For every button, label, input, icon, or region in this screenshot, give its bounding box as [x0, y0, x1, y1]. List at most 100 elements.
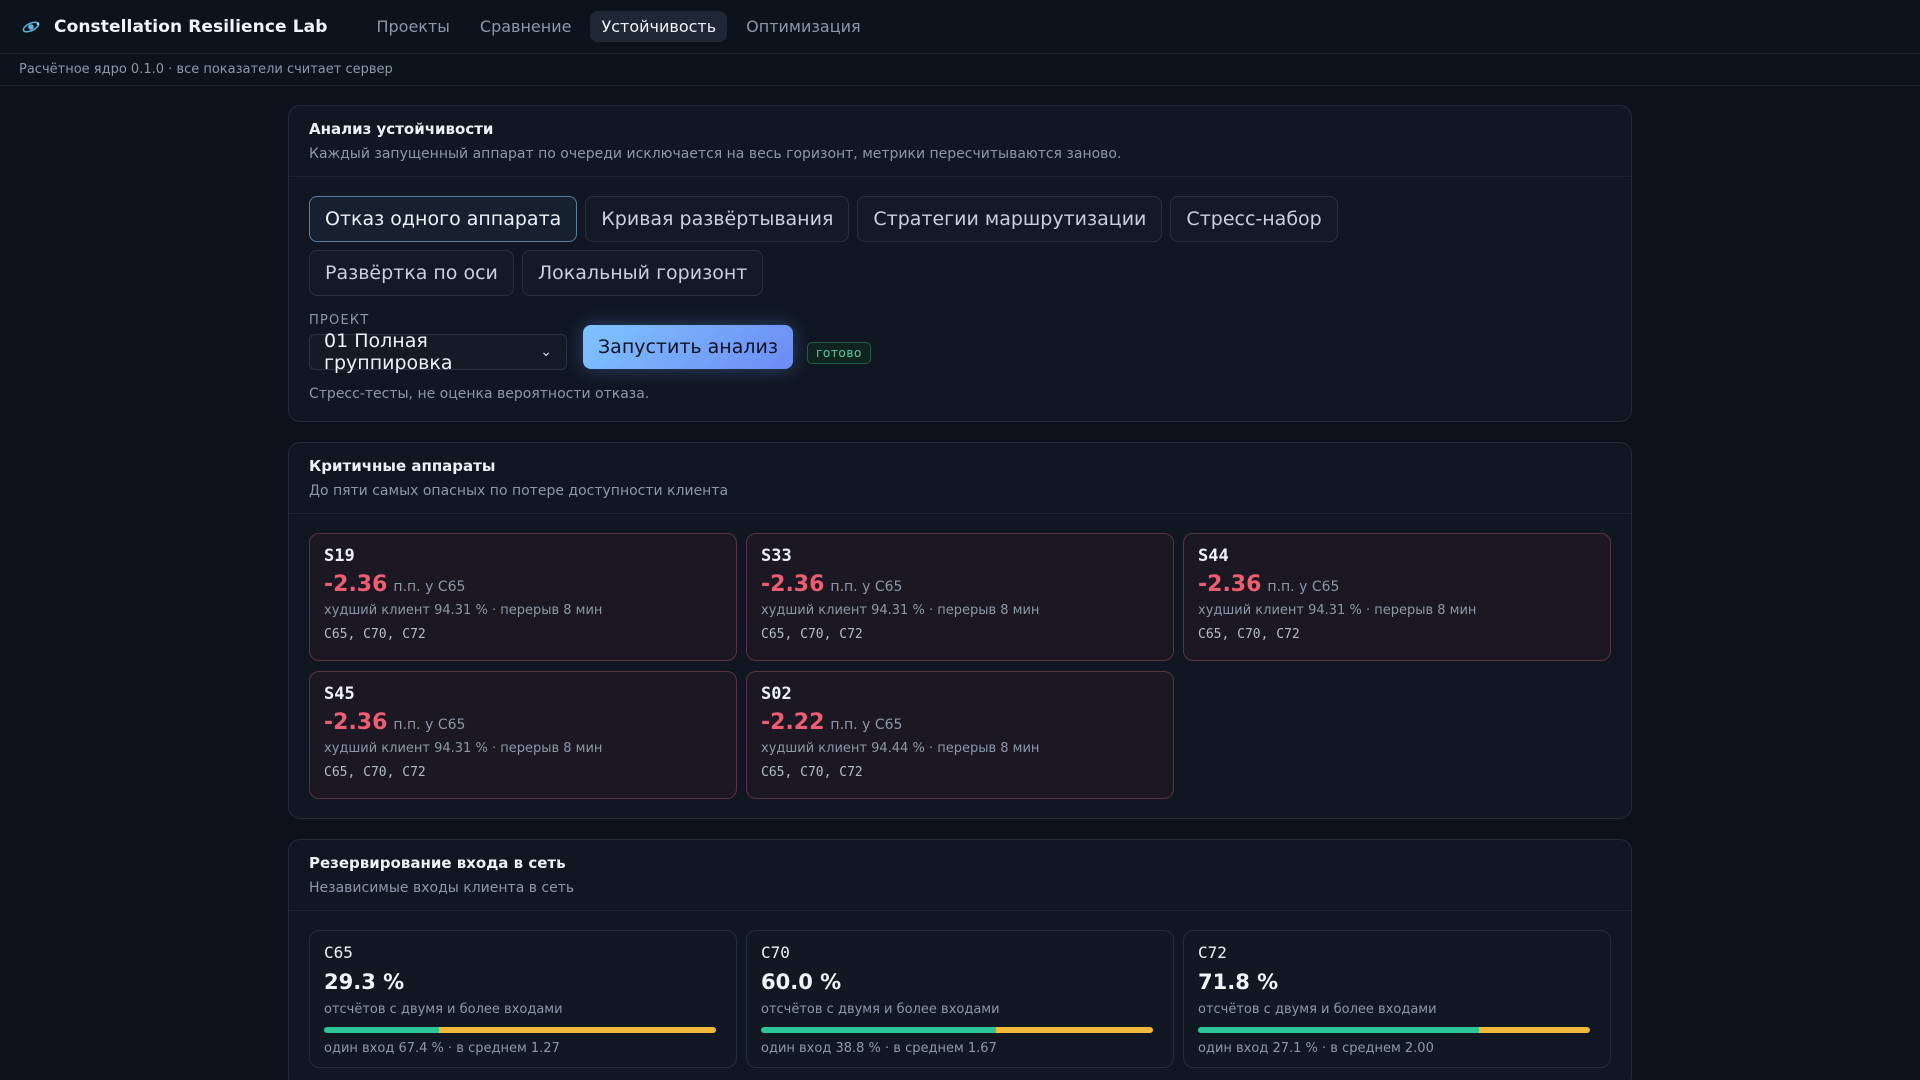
worst-client-detail: худший клиент 94.31 % · перерыв 8 мин: [1198, 603, 1477, 618]
main-content: Анализ устойчивости Каждый запущенный ап…: [288, 105, 1632, 1080]
critical-satellite-card[interactable]: S33 -2.36 п.п. у C65 худший клиент 94.31…: [746, 533, 1174, 661]
project-select-value: 01 Полная группировка: [324, 330, 453, 374]
main-nav: Проекты Сравнение Устойчивость Оптимизац…: [365, 11, 871, 42]
redundancy-percent: 71.8 %: [1198, 970, 1279, 994]
single-entry-fill: [996, 1027, 1153, 1033]
availability-delta: -2.22 п.п. у C65: [761, 710, 1159, 735]
availability-delta: -2.36 п.п. у C65: [761, 572, 1159, 597]
analysis-subtitle: Каждый запущенный аппарат по очереди иск…: [309, 146, 1122, 162]
mode-stress-set[interactable]: Стресс-набор: [1170, 196, 1338, 242]
worst-client-detail: худший клиент 94.31 % · перерыв 8 мин: [324, 741, 603, 756]
analysis-note: Стресс-тесты, не оценка вероятности отка…: [309, 386, 650, 402]
redundancy-percent: 29.3 %: [324, 970, 405, 994]
satellite-id: S19: [324, 546, 355, 566]
mode-routing-strategies[interactable]: Стратегии маршрутизации: [857, 196, 1163, 242]
delta-value: -2.36: [324, 710, 388, 735]
client-redundancy-card[interactable]: C70 60.0 % отсчётов с двумя и более вход…: [746, 930, 1174, 1068]
worst-client-detail: худший клиент 94.31 % · перерыв 8 мин: [324, 603, 603, 618]
analysis-controls: 01 Полная группировка ⌄ Запустить анализ…: [309, 325, 1611, 374]
delta-unit: п.п. у C65: [1267, 579, 1340, 595]
status-badge: готово: [806, 342, 871, 364]
run-analysis-button[interactable]: Запустить анализ: [583, 325, 793, 369]
delta-value: -2.22: [761, 710, 825, 735]
redundancy-bar: [761, 1027, 1153, 1033]
delta-value: -2.36: [1198, 572, 1262, 597]
chevron-down-icon: ⌄: [540, 344, 552, 360]
critical-satellite-card[interactable]: S19 -2.36 п.п. у C65 худший клиент 94.31…: [309, 533, 737, 661]
worst-client-detail: худший клиент 94.31 % · перерыв 8 мин: [761, 603, 1040, 618]
redundancy-percent: 60.0 %: [761, 970, 842, 994]
multi-entry-fill: [761, 1027, 997, 1033]
critical-satellite-card[interactable]: S02 -2.22 п.п. у C65 худший клиент 94.44…: [746, 671, 1174, 799]
critical-title: Критичные аппараты: [309, 457, 496, 475]
mode-single-failure[interactable]: Отказ одного аппарата: [309, 196, 578, 242]
critical-satellite-card[interactable]: S45 -2.36 п.п. у C65 худший клиент 94.31…: [309, 671, 737, 799]
availability-delta: -2.36 п.п. у C65: [1198, 572, 1596, 597]
delta-unit: п.п. у C65: [393, 579, 466, 595]
redundancy-description: отсчётов с двумя и более входами: [324, 1002, 563, 1017]
delta-unit: п.п. у C65: [830, 717, 903, 733]
mode-deployment-curve[interactable]: Кривая развёртывания: [585, 196, 850, 242]
delta-unit: п.п. у C65: [393, 717, 466, 733]
critical-header: Критичные аппараты До пяти самых опасных…: [289, 443, 1631, 514]
single-entry-fill: [1479, 1027, 1590, 1033]
nav-compare[interactable]: Сравнение: [469, 11, 583, 42]
analysis-header: Анализ устойчивости Каждый запущенный ап…: [289, 106, 1631, 177]
redundancy-bar: [1198, 1027, 1590, 1033]
nav-projects[interactable]: Проекты: [365, 11, 460, 42]
delta-value: -2.36: [324, 572, 388, 597]
satellite-id: S02: [761, 684, 792, 704]
redundancy-card: Резервирование входа в сеть Независимые …: [288, 839, 1632, 1080]
project-select[interactable]: 01 Полная группировка ⌄: [309, 330, 567, 374]
critical-subtitle: До пяти самых опасных по потере доступно…: [309, 483, 729, 499]
engine-version-bar: Расчётное ядро 0.1.0 · все показатели сч…: [0, 54, 1920, 86]
availability-delta: -2.36 п.п. у C65: [324, 572, 722, 597]
analysis-body: Отказ одного аппарата Кривая развёртыван…: [289, 177, 1631, 421]
satellite-icon: [22, 20, 40, 33]
redundancy-footer: один вход 67.4 % · в среднем 1.27: [324, 1041, 560, 1056]
project-label: ПРОЕКТ: [309, 313, 370, 328]
top-bar: Constellation Resilience Lab Проекты Сра…: [0, 0, 1920, 54]
delta-value: -2.36: [761, 572, 825, 597]
affected-clients: C65, C70, C72: [761, 627, 863, 642]
satellite-id: S33: [761, 546, 792, 566]
redundancy-title: Резервирование входа в сеть: [309, 854, 566, 872]
client-redundancy-card[interactable]: C72 71.8 % отсчётов с двумя и более вход…: [1183, 930, 1611, 1068]
affected-clients: C65, C70, C72: [324, 627, 426, 642]
client-id: C72: [1198, 943, 1227, 962]
app-title: Constellation Resilience Lab: [54, 16, 328, 37]
worst-client-detail: худший клиент 94.44 % · перерыв 8 мин: [761, 741, 1040, 756]
single-entry-fill: [438, 1027, 716, 1033]
satellite-id: S45: [324, 684, 355, 704]
redundancy-bar: [324, 1027, 716, 1033]
redundancy-footer: один вход 38.8 % · в среднем 1.67: [761, 1041, 997, 1056]
analysis-card: Анализ устойчивости Каждый запущенный ап…: [288, 105, 1632, 422]
affected-clients: C65, C70, C72: [761, 765, 863, 780]
redundancy-description: отсчётов с двумя и более входами: [1198, 1002, 1437, 1017]
delta-unit: п.п. у C65: [830, 579, 903, 595]
affected-clients: C65, C70, C72: [1198, 627, 1300, 642]
analysis-title: Анализ устойчивости: [309, 120, 494, 138]
availability-delta: -2.36 п.п. у C65: [324, 710, 722, 735]
critical-grid: S19 -2.36 п.п. у C65 худший клиент 94.31…: [289, 514, 1631, 818]
client-id: C65: [324, 943, 353, 962]
redundancy-footer: один вход 27.1 % · в среднем 2.00: [1198, 1041, 1434, 1056]
critical-card: Критичные аппараты До пяти самых опасных…: [288, 442, 1632, 819]
critical-satellite-card[interactable]: S44 -2.36 п.п. у C65 худший клиент 94.31…: [1183, 533, 1611, 661]
redundancy-description: отсчётов с двумя и более входами: [761, 1002, 1000, 1017]
redundancy-header: Резервирование входа в сеть Независимые …: [289, 840, 1631, 911]
client-redundancy-card[interactable]: C65 29.3 % отсчётов с двумя и более вход…: [309, 930, 737, 1068]
app-logo[interactable]: Constellation Resilience Lab: [20, 16, 327, 38]
redundancy-subtitle: Независимые входы клиента в сеть: [309, 880, 575, 896]
nav-optimization[interactable]: Оптимизация: [735, 11, 871, 42]
client-id: C70: [761, 943, 790, 962]
analysis-mode-tabs: Отказ одного аппарата Кривая развёртыван…: [309, 196, 1509, 296]
satellite-id: S44: [1198, 546, 1229, 566]
mode-local-horizon[interactable]: Локальный горизонт: [521, 250, 764, 296]
mode-axis-sweep[interactable]: Развёртка по оси: [309, 250, 514, 296]
redundancy-grid: C65 29.3 % отсчётов с двумя и более вход…: [289, 911, 1631, 1080]
multi-entry-fill: [324, 1027, 439, 1033]
affected-clients: C65, C70, C72: [324, 765, 426, 780]
nav-resilience[interactable]: Устойчивость: [590, 11, 728, 42]
multi-entry-fill: [1198, 1027, 1480, 1033]
